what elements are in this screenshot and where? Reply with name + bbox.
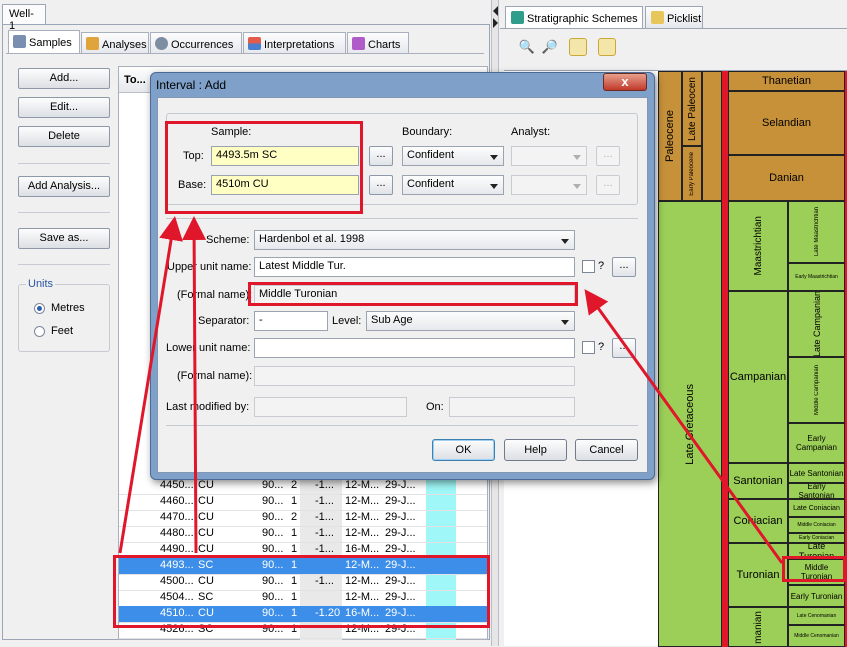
arrow-rows-to-top	[118, 216, 183, 554]
arrow-rows-to-base	[182, 216, 207, 554]
arrow-turonian-to-formal-name	[584, 289, 784, 564]
annotation-arrows	[118, 216, 784, 564]
